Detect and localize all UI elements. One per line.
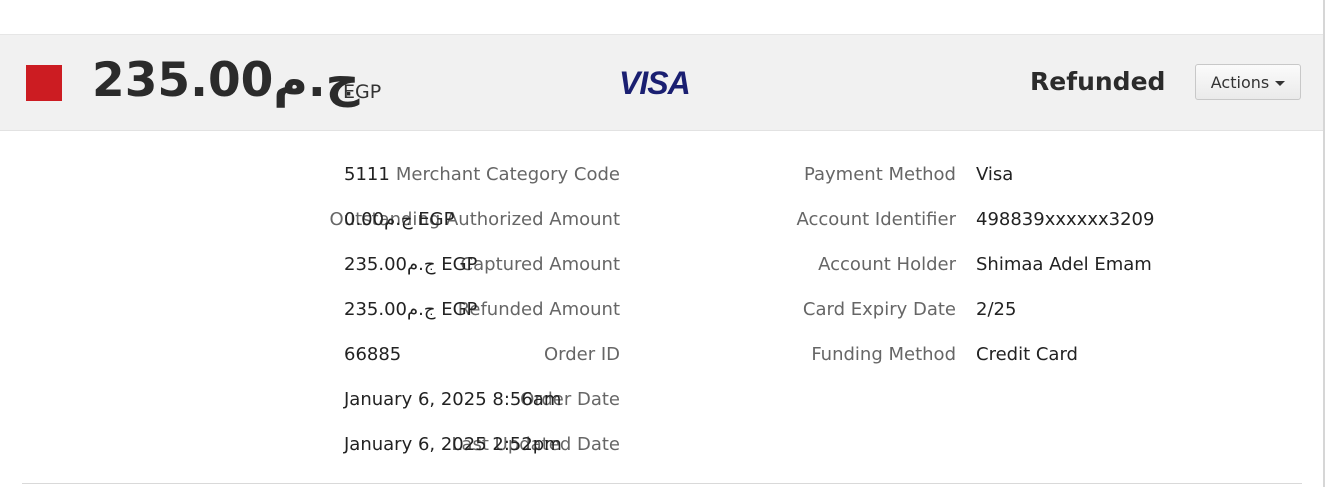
transaction-summary-header: 235.00ج.م EGP VISA Refunded Actions [0,34,1323,131]
currency-code: EGP [343,81,382,103]
section-divider [22,483,1302,484]
detail-row-card-expiry-date: Card Expiry Date 2/25 [620,299,1320,344]
actions-button-label: Actions [1210,72,1270,92]
transaction-amount: 235.00ج.م [92,53,360,108]
detail-label: Card Expiry Date [802,299,956,320]
status-indicator-square [26,65,62,101]
detail-value: 5111 [344,164,390,185]
detail-row-refunded-amount: Refunded Amount 235.00ج.م EGP [0,299,620,344]
detail-row-outstanding-authorized-amount: Outstanding Authorized Amount 0.00ج.م EG… [0,209,621,254]
detail-label: Account Identifier [796,209,957,230]
detail-value: 235.00ج.م EGP [344,254,478,275]
detail-value: Visa [976,164,1014,185]
detail-row-order-date: Order Date January 6, 2025 8:56am [0,389,620,434]
detail-label: Funding Method [811,344,956,365]
detail-row-account-identifier: Account Identifier 498839xxxxxx3209 [620,209,1320,254]
detail-value: January 6, 2025 8:56am [344,389,562,410]
detail-row-account-holder: Account Holder Shimaa Adel Emam [620,254,1320,299]
detail-value: Credit Card [976,344,1078,365]
detail-value: 235.00ج.م EGP [344,299,478,320]
detail-value: Shimaa Adel Emam [976,254,1152,275]
detail-value: 498839xxxxxx3209 [976,209,1155,230]
detail-row-payment-method: Payment Method Visa [620,164,1320,209]
detail-row-last-updated-date: Last Updated Date January 6, 2025 2:52pm [0,434,620,479]
detail-row-merchant-category-code: Merchant Category Code 5111 [0,164,620,209]
detail-row-order-id: Order ID 66885 [0,344,620,389]
detail-value: 2/25 [976,299,1017,320]
detail-label: Payment Method [803,164,956,185]
detail-row-funding-method: Funding Method Credit Card [620,344,1320,389]
caret-down-icon [1275,80,1286,86]
transaction-details-left: Merchant Category Code 5111 Outstanding … [0,164,621,479]
detail-row-captured-amount: Captured Amount 235.00ج.م EGP [0,254,620,299]
detail-value: January 6, 2025 2:52pm [344,434,562,455]
detail-value: 66885 [344,344,402,365]
detail-value: 0.00ج.م EGP [344,209,455,230]
actions-dropdown-button[interactable]: Actions [1195,64,1301,100]
transaction-status: Refunded [1030,67,1166,96]
detail-label: Account Holder [818,254,956,275]
transaction-details-right: Payment Method Visa Account Identifier 4… [620,164,1320,389]
visa-logo: VISA [619,65,691,101]
